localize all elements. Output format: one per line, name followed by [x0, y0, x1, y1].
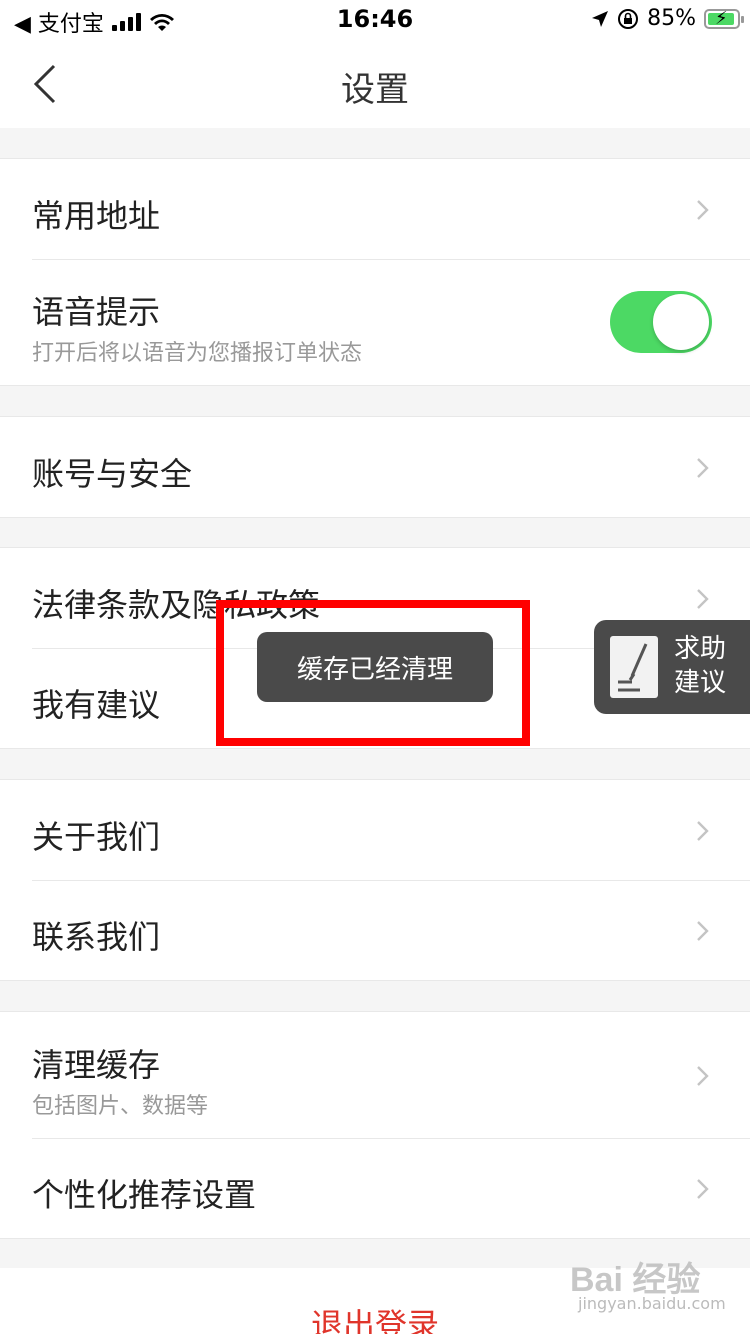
toggle-knob — [653, 294, 709, 350]
voice-prompt-desc: 打开后将以语音为您播报订单状态 — [32, 341, 363, 366]
highlight-annotation-box — [216, 600, 530, 746]
chevron-right-icon — [697, 200, 709, 220]
contact-us-label: 联系我们 — [32, 918, 161, 956]
help-suggest-text: 求助 建议 — [674, 632, 734, 700]
address-label: 常用地址 — [32, 197, 161, 235]
chevron-right-icon — [697, 821, 709, 841]
personalized-recommend-label: 个性化推荐设置 — [32, 1176, 257, 1214]
baidu-jingyan-watermark: Bai 经验 jingyan.baidu.com — [570, 1252, 726, 1320]
about-us-cell[interactable]: 关于我们 — [0, 780, 750, 880]
edit-note-icon — [610, 636, 658, 698]
battery-icon: ⚡ — [704, 8, 744, 29]
chevron-right-icon — [697, 921, 709, 941]
status-bar: ◀ 支付宝 16:46 85% ⚡ — [0, 0, 750, 40]
orientation-lock-icon — [618, 8, 639, 29]
chevron-right-icon — [697, 1066, 709, 1086]
account-security-label: 账号与安全 — [32, 455, 193, 493]
chevron-right-icon — [697, 1179, 709, 1199]
help-line-2: 建议 — [674, 668, 727, 698]
location-arrow-icon — [592, 10, 609, 27]
clear-cache-cell[interactable]: 清理缓存 包括图片、数据等 — [0, 1012, 750, 1138]
voice-prompt-toggle[interactable] — [610, 291, 712, 353]
watermark-url: jingyan.baidu.com — [578, 1294, 726, 1313]
contact-us-cell[interactable]: 联系我们 — [0, 880, 750, 980]
chevron-right-icon — [697, 458, 709, 478]
page-title: 设置 — [341, 70, 409, 110]
nav-bar: 设置 — [0, 40, 750, 128]
settings-group-cache: 清理缓存 包括图片、数据等 个性化推荐设置 — [0, 1011, 750, 1239]
chevron-right-icon — [697, 589, 709, 609]
settings-group-about: 关于我们 联系我们 — [0, 779, 750, 981]
settings-group-account: 账号与安全 — [0, 416, 750, 518]
personalized-recommend-cell[interactable]: 个性化推荐设置 — [0, 1138, 750, 1238]
voice-prompt-cell: 语音提示 打开后将以语音为您播报订单状态 — [0, 259, 750, 385]
about-us-label: 关于我们 — [32, 818, 161, 856]
help-line-1: 求助 — [674, 634, 727, 664]
feedback-label: 我有建议 — [32, 686, 161, 724]
voice-prompt-label: 语音提示 — [32, 293, 161, 331]
address-cell[interactable]: 常用地址 — [0, 159, 750, 259]
status-right: 85% ⚡ — [591, 6, 744, 31]
battery-percent: 85% — [647, 6, 696, 31]
account-security-cell[interactable]: 账号与安全 — [0, 417, 750, 517]
clear-cache-label: 清理缓存 — [32, 1046, 161, 1084]
help-suggest-button[interactable]: 求助 建议 — [594, 620, 750, 714]
settings-group-general: 常用地址 语音提示 打开后将以语音为您播报订单状态 — [0, 158, 750, 386]
clear-cache-desc: 包括图片、数据等 — [32, 1094, 209, 1119]
